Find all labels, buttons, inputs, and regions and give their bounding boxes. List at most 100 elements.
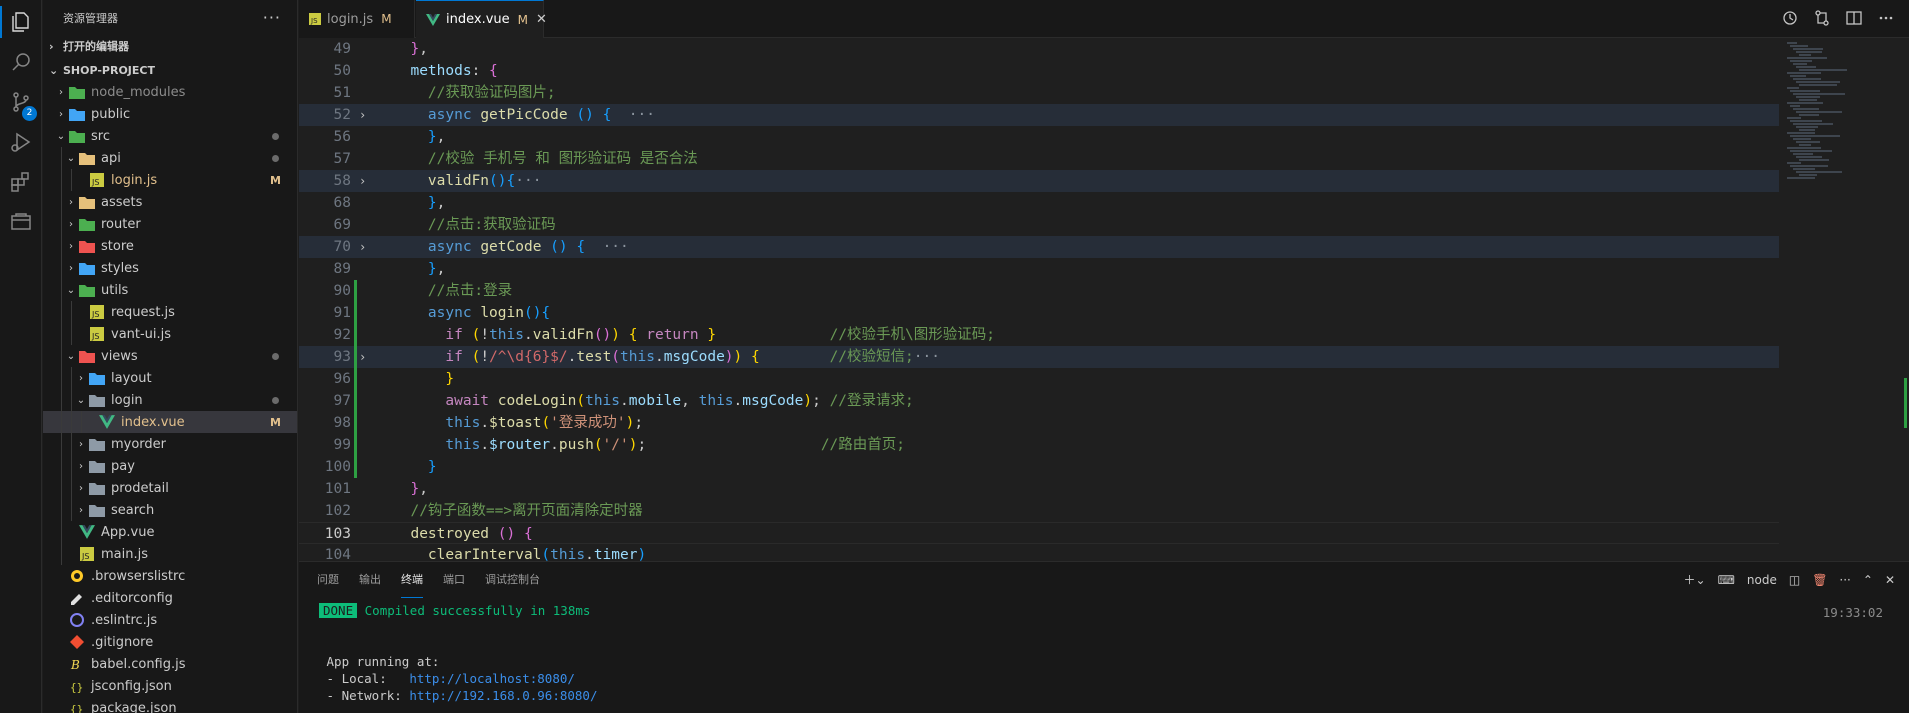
split-editor-icon[interactable] [1845, 9, 1863, 27]
tab-ports[interactable]: 端口 [443, 562, 465, 598]
code-line[interactable]: 49 }, [299, 38, 1779, 60]
trash-icon[interactable]: 🗑 [1812, 573, 1827, 587]
network-url-link[interactable]: http://192.168.0.96:8080/ [409, 688, 597, 703]
tree-file-request-js[interactable]: JS request.js [43, 301, 297, 323]
editor-scrollbar[interactable] [1899, 38, 1909, 561]
tree-file-gitignore[interactable]: .gitignore [43, 631, 297, 653]
folded-region-indicator[interactable]: ··· [603, 239, 629, 255]
code-line[interactable]: 103 destroyed () { [299, 522, 1779, 544]
svg-text:{}: {} [70, 681, 83, 693]
tree-folder-router[interactable]: › router [43, 213, 297, 235]
code-line[interactable]: 56 }, [299, 126, 1779, 148]
tree-folder-views[interactable]: ⌄ views [43, 345, 297, 367]
folded-region-indicator[interactable]: ··· [629, 107, 655, 123]
local-url-link[interactable]: http://localhost:8080/ [409, 671, 575, 686]
tree-file-babel-config-js[interactable]: Bbabel.config.js [43, 653, 297, 675]
compare-changes-icon[interactable] [1813, 9, 1831, 27]
code-line[interactable]: 69 //点击:获取验证码 [299, 214, 1779, 236]
tree-folder-myorder[interactable]: › myorder [43, 433, 297, 455]
fold-chevron-icon[interactable]: › [359, 346, 371, 368]
indent-guide [61, 499, 62, 521]
tree-folder-src[interactable]: ⌄ src [43, 125, 297, 147]
tree-folder-prodetail[interactable]: › prodetail [43, 477, 297, 499]
tree-folder-styles[interactable]: › styles [43, 257, 297, 279]
search-icon[interactable] [0, 42, 42, 82]
explorer-icon[interactable] [0, 2, 42, 42]
tree-folder-utils[interactable]: ⌄ utils [43, 279, 297, 301]
run-debug-icon[interactable] [0, 122, 42, 162]
tree-folder-login[interactable]: ⌄ login [43, 389, 297, 411]
code-line[interactable]: 57 //校验 手机号 和 图形验证码 是否合法 [299, 148, 1779, 170]
code-line[interactable]: 92 if (!this.validFn()) { return } //校验手… [299, 324, 1779, 346]
code-line[interactable]: 97 await codeLogin(this.mobile, this.msg… [299, 390, 1779, 412]
tree-folder-pay[interactable]: › pay [43, 455, 297, 477]
code-line[interactable]: 96 } [299, 368, 1779, 390]
code-line[interactable]: 93 › if (!/^\d{6}$/.test(this.msgCode)) {… [299, 346, 1779, 368]
tree-file-vant-ui-js[interactable]: JS vant-ui.js [43, 323, 297, 345]
tree-file-app-vue[interactable]: App.vue [43, 521, 297, 543]
tree-file-login-js[interactable]: JS login.js M [43, 169, 297, 191]
code-line[interactable]: 102 //钩子函数==>离开页面清除定时器 [299, 500, 1779, 522]
fold-chevron-icon[interactable]: › [359, 104, 371, 126]
source-control-icon[interactable]: 2 [0, 82, 42, 122]
remote-explorer-icon[interactable] [0, 202, 42, 242]
tab-terminal[interactable]: 终端 [401, 562, 423, 598]
tab-problems[interactable]: 问题 [317, 562, 339, 598]
folded-region-indicator[interactable]: ··· [515, 173, 541, 189]
code-line[interactable]: 58 › validFn(){··· [299, 170, 1779, 192]
timeline-icon[interactable] [1781, 9, 1799, 27]
tree-file-main-js[interactable]: JS main.js [43, 543, 297, 565]
minimap[interactable] [1779, 38, 1899, 561]
tree-file-index-vue[interactable]: index.vue M [43, 411, 297, 433]
tree-file-package-json[interactable]: {} package.json [43, 697, 297, 713]
more-actions-icon[interactable]: ··· [1839, 573, 1850, 587]
tab-login-js[interactable]: JS login.js M [299, 0, 415, 38]
more-actions-icon[interactable] [1877, 9, 1895, 27]
tab-index-vue[interactable]: index.vue M ✕ [416, 0, 547, 38]
tree-file-browserslistrc[interactable]: .browserslistrc [43, 565, 297, 587]
terminal-output[interactable]: DONE Compiled successfully in 138ms App … [319, 602, 597, 704]
code-line[interactable]: 50 methods: { [299, 60, 1779, 82]
svg-text:JS: JS [91, 178, 99, 187]
terminal-shell-name[interactable]: node [1747, 573, 1777, 587]
chevron-up-icon[interactable]: ⌃ [1863, 573, 1873, 587]
fold-chevron-icon[interactable]: › [359, 236, 371, 258]
tab-debug-console[interactable]: 调试控制台 [485, 562, 540, 598]
open-editors-section[interactable]: › 打开的编辑器 [43, 35, 297, 57]
tree-folder-search[interactable]: › search [43, 499, 297, 521]
code-line[interactable]: 100 } [299, 456, 1779, 478]
tree-file-editorconfig[interactable]: .editorconfig [43, 587, 297, 609]
code-line[interactable]: 90 //点击:登录 [299, 280, 1779, 302]
code-line[interactable]: 70 › async getCode () { ··· [299, 236, 1779, 258]
code-line[interactable]: 98 this.$toast('登录成功'); [299, 412, 1779, 434]
tree-folder-node-modules[interactable]: › node_modules [43, 81, 297, 103]
code-line[interactable]: 52 › async getPicCode () { ··· [299, 104, 1779, 126]
close-icon[interactable]: ✕ [536, 12, 547, 27]
tree-folder-store[interactable]: › store [43, 235, 297, 257]
code-line[interactable]: 91 async login(){ [299, 302, 1779, 324]
split-terminal-icon[interactable]: ◫ [1789, 573, 1800, 587]
tree-folder-public[interactable]: › public [43, 103, 297, 125]
folded-region-indicator[interactable]: ··· [914, 349, 940, 365]
project-section[interactable]: ⌄ SHOP-PROJECT [43, 59, 297, 81]
code-line[interactable]: 104 clearInterval(this.timer) [299, 544, 1779, 561]
code-line[interactable]: 89 }, [299, 258, 1779, 280]
more-actions-icon[interactable]: ··· [263, 8, 281, 27]
tab-output[interactable]: 输出 [359, 562, 381, 598]
new-terminal-icon[interactable]: ＋⌄ [1684, 571, 1706, 588]
tree-file-eslintrc-js[interactable]: .eslintrc.js [43, 609, 297, 631]
code-line[interactable]: 101 }, [299, 478, 1779, 500]
tree-file-jsconfig-json[interactable]: {} jsconfig.json [43, 675, 297, 697]
fold-chevron-icon[interactable]: › [359, 170, 371, 192]
extensions-icon[interactable] [0, 162, 42, 202]
code-line[interactable]: 51 //获取验证码图片; [299, 82, 1779, 104]
tree-folder-assets[interactable]: › assets [43, 191, 297, 213]
code-editor[interactable]: 49 }, 50 methods: {51 //获取验证码图片; 52 › async… [299, 38, 1909, 561]
code-line[interactable]: 99 this.$router.push('/'); //路由首页; [299, 434, 1779, 456]
code-token: methods [410, 63, 472, 79]
close-icon[interactable]: ✕ [1885, 573, 1895, 587]
tree-folder-api[interactable]: ⌄ api [43, 147, 297, 169]
tree-folder-layout[interactable]: › layout [43, 367, 297, 389]
code-line[interactable]: 68 }, [299, 192, 1779, 214]
